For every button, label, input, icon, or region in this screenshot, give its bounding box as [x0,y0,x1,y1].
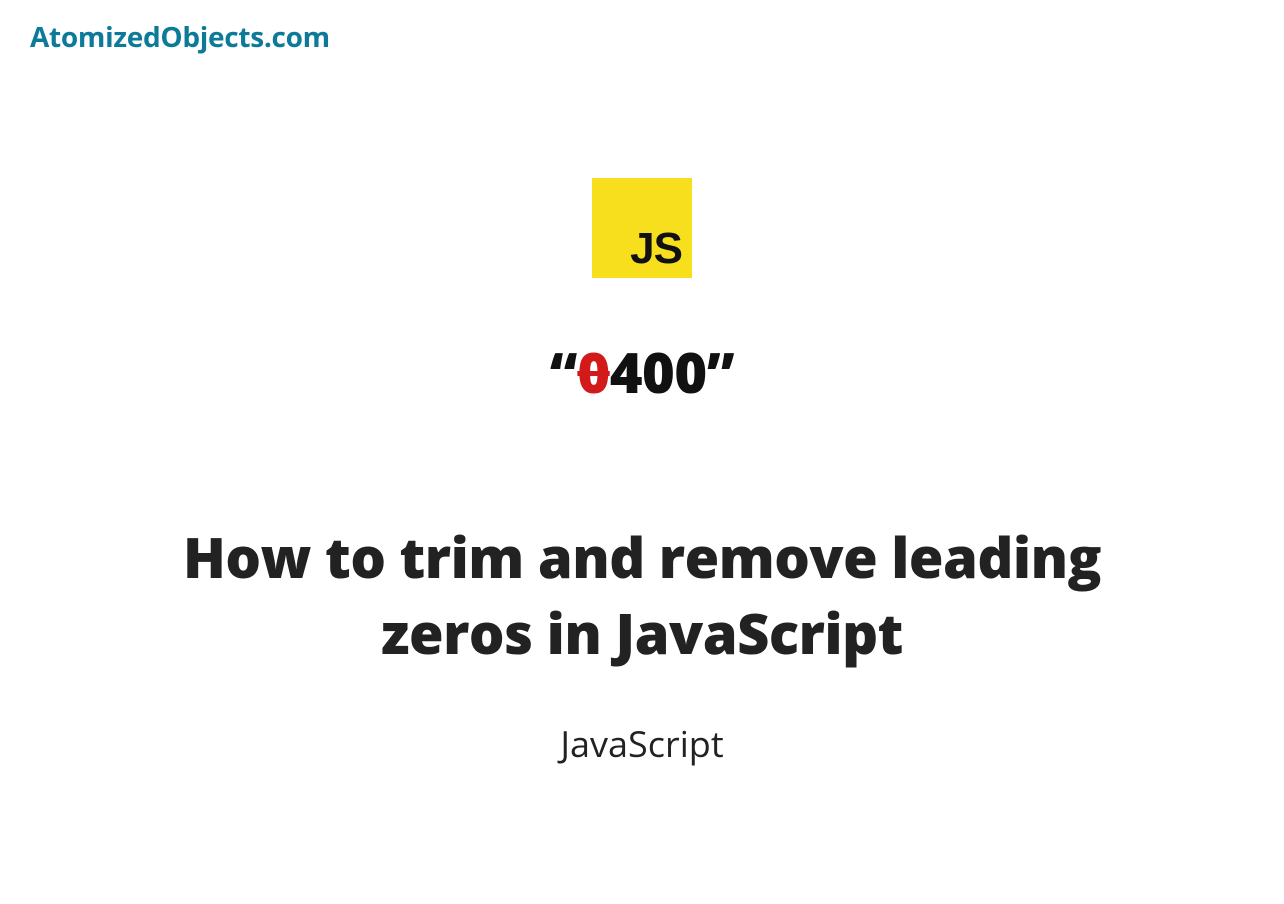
quote-close: ” [707,334,734,410]
page-title: How to trim and remove leading zeros in … [142,520,1142,671]
content-area: JS “0400” How to trim and remove leading… [0,0,1284,768]
js-logo-icon: JS [592,178,692,278]
js-logo-text: JS [630,224,682,274]
struck-leading-zero: 0 [577,334,609,410]
quote-open: “ [550,334,577,410]
remaining-number: 400 [610,334,707,410]
code-example: “0400” [550,334,734,410]
site-link[interactable]: AtomizedObjects.com [30,18,330,56]
category-label: JavaScript [560,719,723,768]
